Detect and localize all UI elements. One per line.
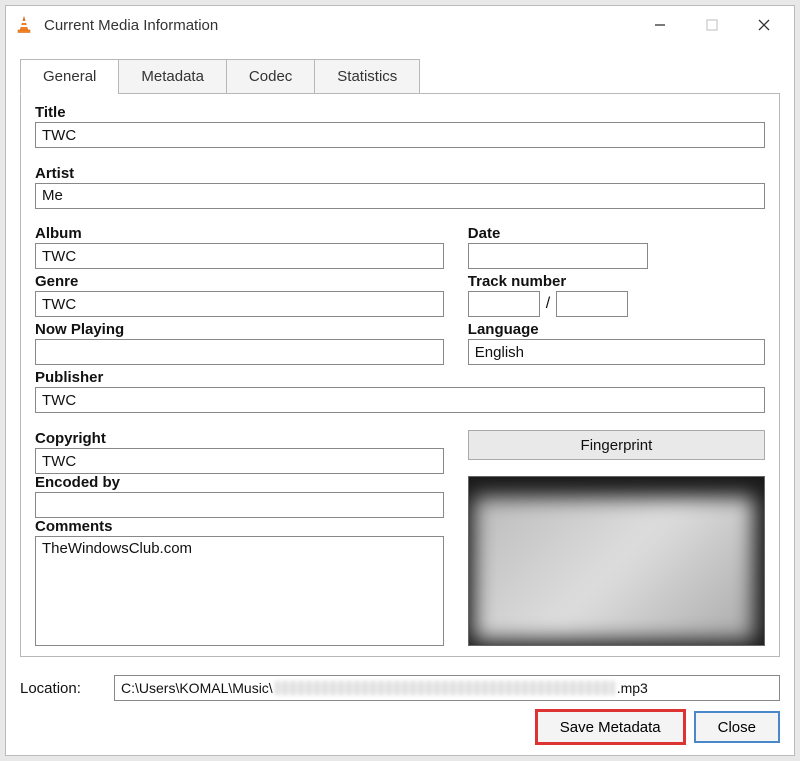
save-metadata-button[interactable]: Save Metadata	[537, 711, 684, 743]
location-input[interactable]: C:\Users\KOMAL\Music\ .mp3	[114, 675, 780, 701]
title-label: Title	[35, 104, 765, 121]
minimize-button[interactable]	[634, 6, 686, 44]
encodedby-input[interactable]	[35, 492, 444, 518]
title-input[interactable]	[35, 122, 765, 148]
nowplaying-input[interactable]	[35, 339, 444, 365]
general-panel: Title Artist Album Date Genre	[20, 93, 780, 657]
artist-label: Artist	[35, 165, 765, 182]
tab-bar: General Metadata Codec Statistics	[20, 58, 780, 93]
genre-label: Genre	[35, 273, 444, 290]
maximize-button	[686, 6, 738, 44]
copyright-input[interactable]	[35, 448, 444, 474]
date-label: Date	[468, 225, 765, 242]
window-title: Current Media Information	[44, 17, 218, 34]
content-area: General Metadata Codec Statistics Title …	[6, 44, 794, 665]
comments-label: Comments	[35, 518, 444, 535]
album-input[interactable]	[35, 243, 444, 269]
date-input[interactable]	[468, 243, 648, 269]
tab-general[interactable]: General	[20, 59, 119, 94]
track-slash: /	[546, 295, 550, 313]
copyright-label: Copyright	[35, 430, 444, 447]
location-label: Location:	[20, 680, 100, 697]
encodedby-label: Encoded by	[35, 474, 444, 491]
language-label: Language	[468, 321, 765, 338]
location-path-suffix: .mp3	[617, 680, 648, 696]
album-label: Album	[35, 225, 444, 242]
bottom-bar: Location: C:\Users\KOMAL\Music\ .mp3 Sav…	[6, 665, 794, 755]
location-path-prefix: C:\Users\KOMAL\Music\	[121, 680, 273, 696]
tracknum-input[interactable]	[468, 291, 540, 317]
publisher-input[interactable]	[35, 387, 765, 413]
tracknum-label: Track number	[468, 273, 765, 290]
close-button[interactable]: Close	[694, 711, 780, 743]
location-redacted	[275, 681, 615, 695]
genre-input[interactable]	[35, 291, 444, 317]
language-input[interactable]	[468, 339, 765, 365]
vlc-cone-icon	[14, 15, 34, 35]
close-window-button[interactable]	[738, 6, 790, 44]
titlebar: Current Media Information	[6, 6, 794, 44]
fingerprint-button[interactable]: Fingerprint	[468, 430, 765, 460]
tracktotal-input[interactable]	[556, 291, 628, 317]
tab-metadata[interactable]: Metadata	[118, 59, 227, 94]
tab-statistics[interactable]: Statistics	[314, 59, 420, 94]
media-info-window: Current Media Information General Metada…	[5, 5, 795, 756]
artist-input[interactable]	[35, 183, 765, 209]
publisher-label: Publisher	[35, 369, 765, 386]
comments-input[interactable]	[35, 536, 444, 646]
cover-art-thumbnail	[468, 476, 765, 646]
nowplaying-label: Now Playing	[35, 321, 444, 338]
tab-codec[interactable]: Codec	[226, 59, 315, 94]
